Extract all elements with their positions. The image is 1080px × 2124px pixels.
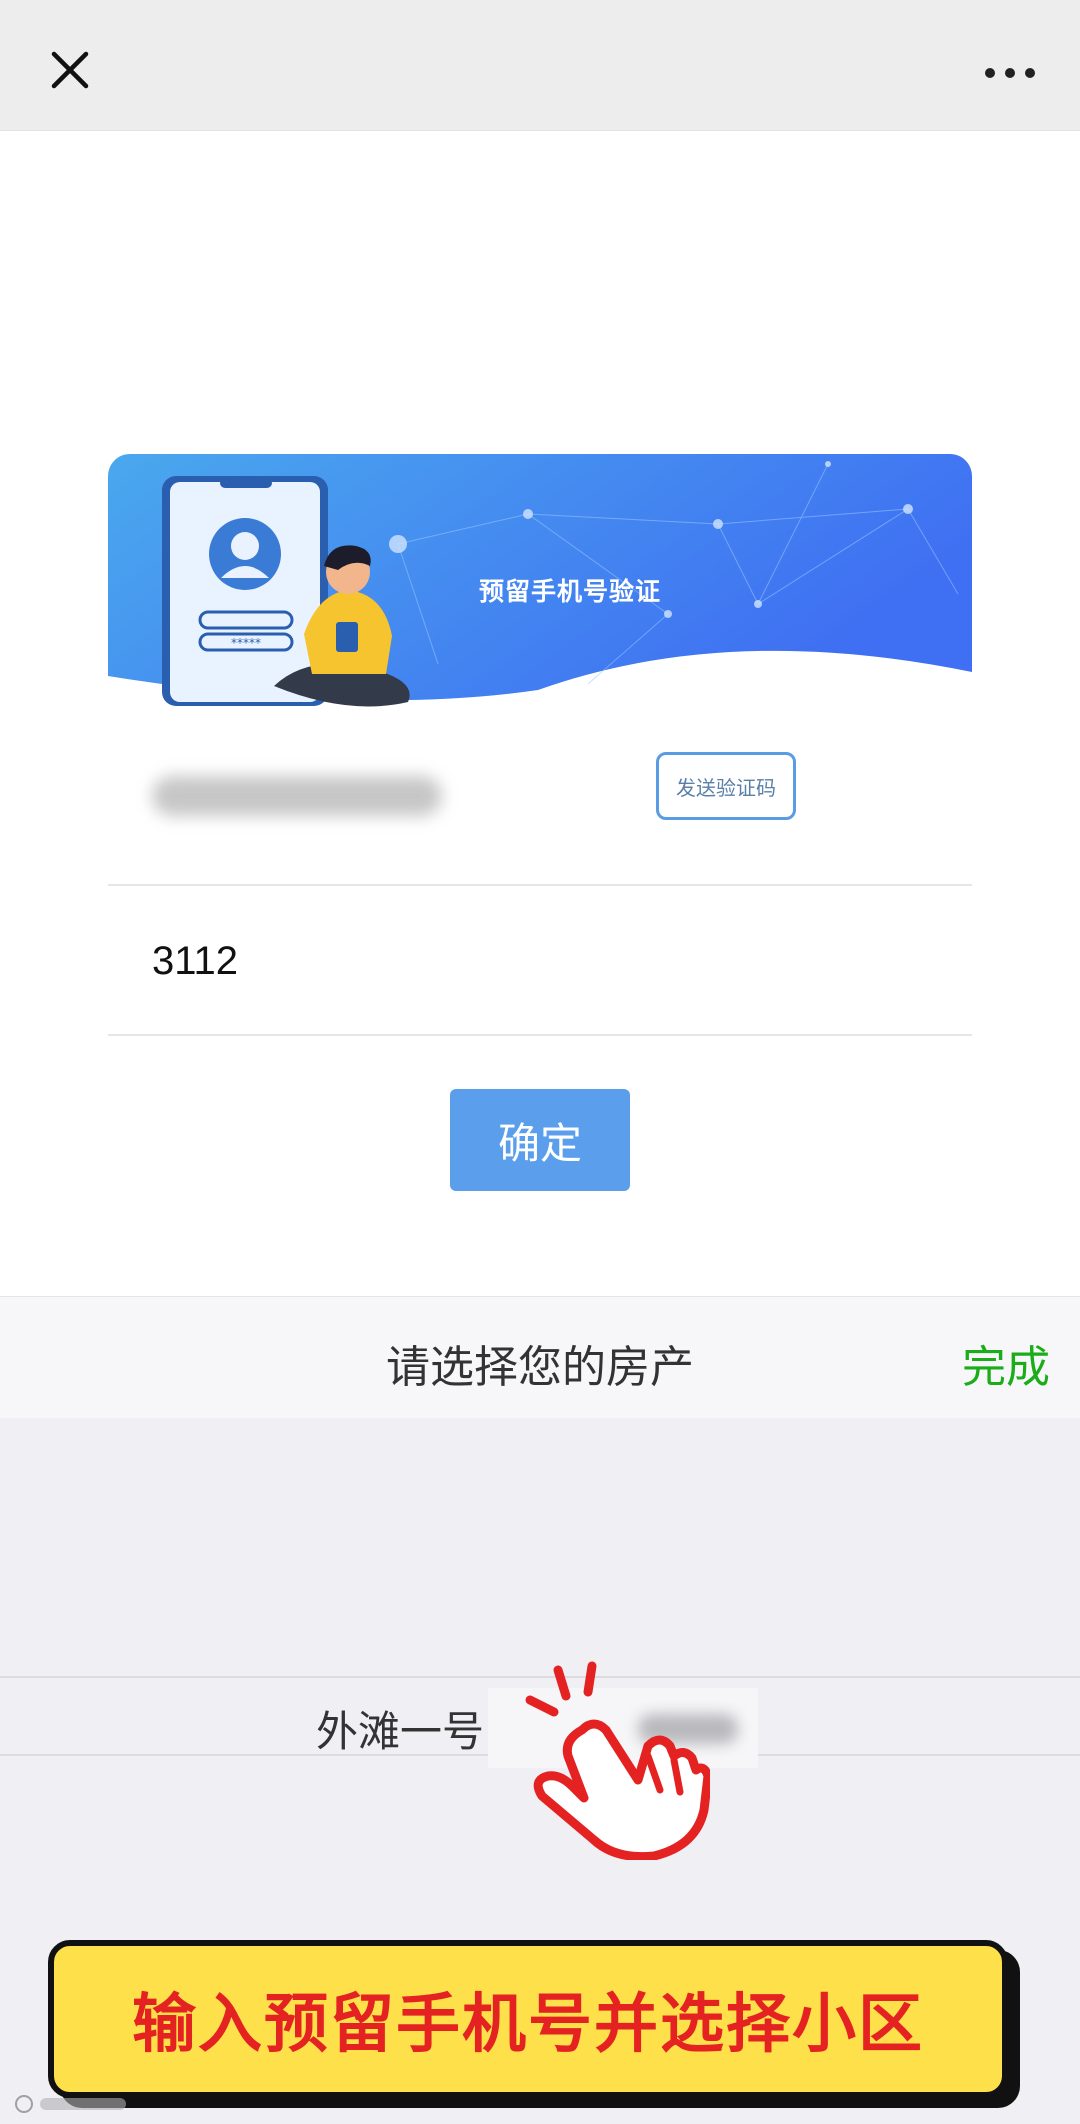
done-button[interactable]: 完成 — [962, 1331, 1050, 1395]
more-dots-icon — [985, 68, 1035, 78]
send-code-button[interactable]: 发送验证码 — [656, 752, 796, 820]
phone-number-masked — [152, 776, 442, 816]
picker-header: 请选择您的房产 完成 — [0, 1296, 1080, 1419]
more-button[interactable] — [980, 58, 1040, 88]
picker-option-label: 外滩一号 — [316, 1706, 485, 1756]
pointing-hand-icon — [525, 1661, 710, 1860]
divider — [108, 884, 972, 886]
confirm-button[interactable]: 确定 — [450, 1089, 630, 1191]
top-bar — [0, 0, 1080, 131]
banner-title: 预留手机号验证 — [478, 577, 661, 606]
caption-text: 输入预留手机号并选择小区 — [132, 1988, 924, 2062]
caption-banner: 输入预留手机号并选择小区 — [48, 1940, 1008, 2098]
svg-text:*****: ***** — [231, 636, 261, 650]
close-icon — [51, 51, 89, 89]
picker-title: 请选择您的房产 — [386, 1342, 694, 1393]
verification-code-input[interactable] — [150, 928, 854, 994]
watermark-logo — [14, 2092, 134, 2122]
watermark-icon — [15, 2095, 126, 2113]
verification-banner: ***** 预留手机号验证 — [108, 454, 972, 724]
close-button[interactable] — [40, 40, 100, 100]
divider — [108, 1034, 972, 1036]
